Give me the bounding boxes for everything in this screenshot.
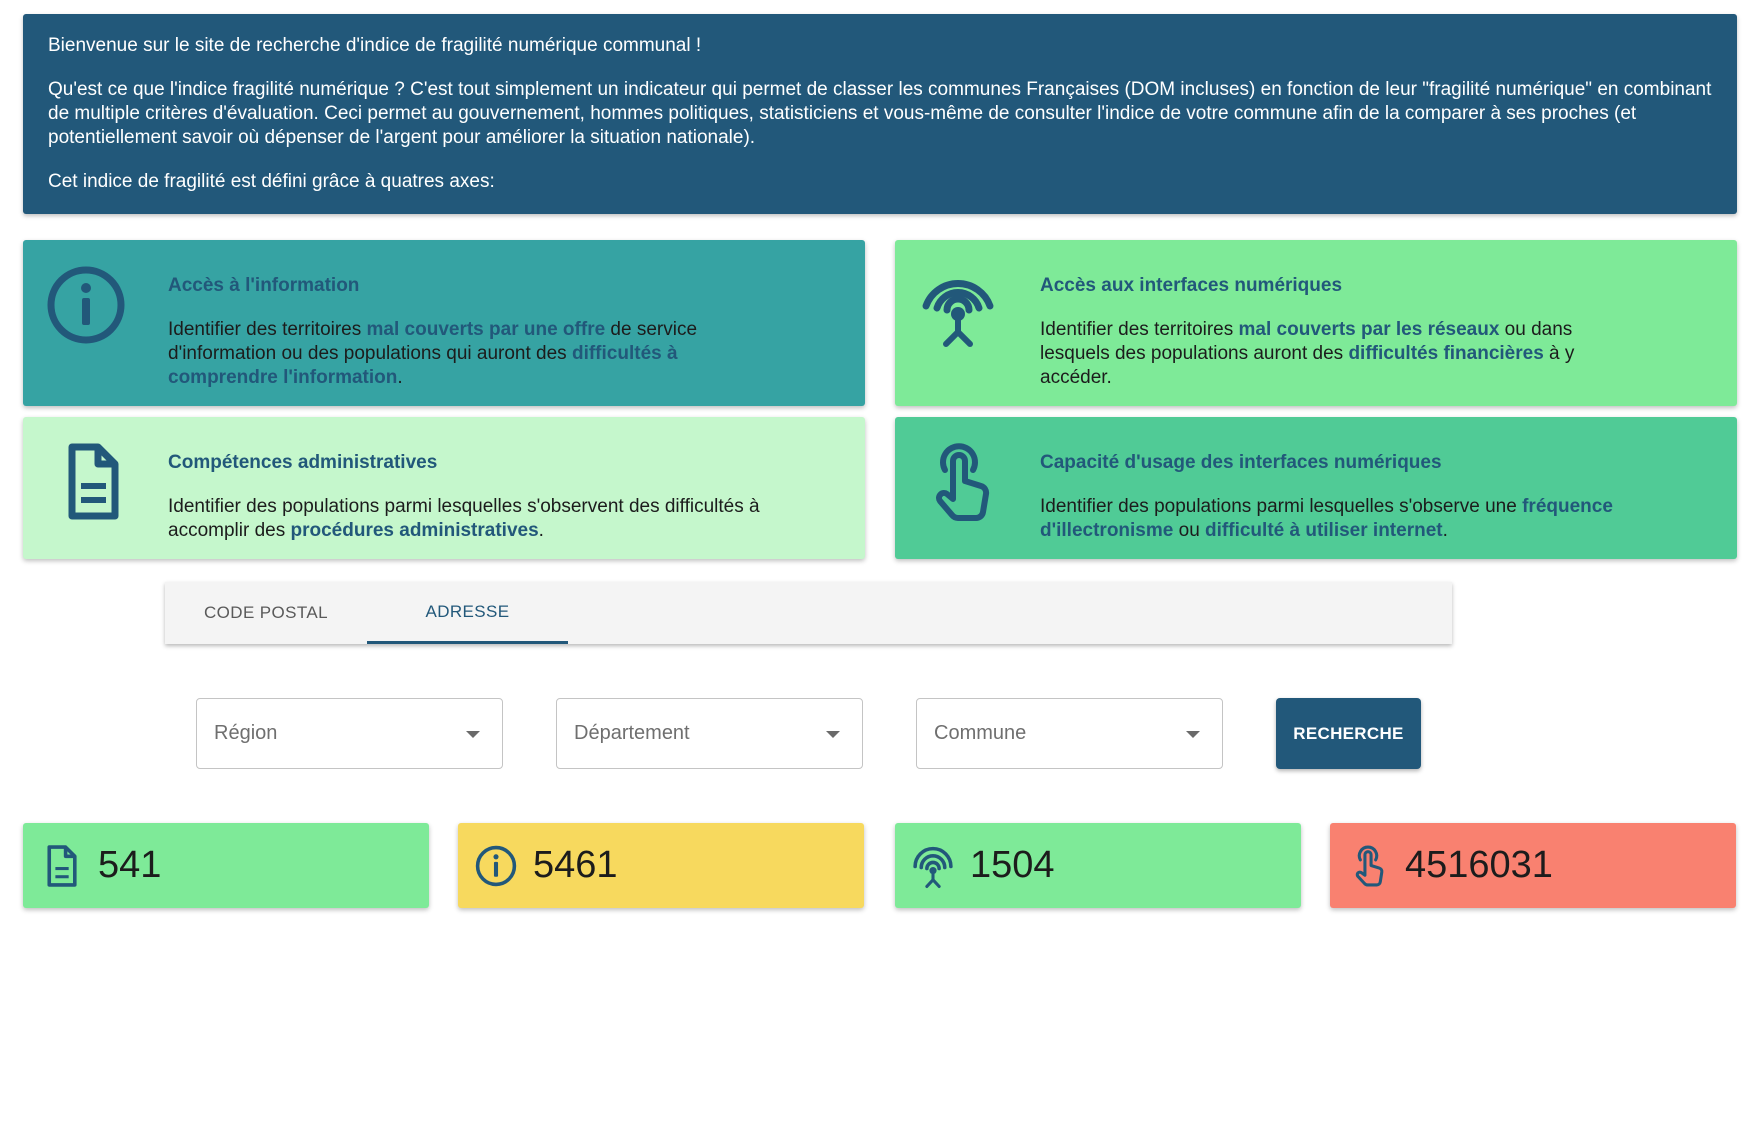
card-usage-capacity: Capacité d'usage des interfaces numériqu…	[895, 417, 1737, 559]
antenna-icon	[922, 279, 994, 347]
card-description: Identifier des territoires mal couverts …	[1040, 319, 1575, 388]
stat-value: 5461	[533, 844, 618, 886]
card-title: Accès à l'information	[168, 275, 360, 296]
commune-select-label: Commune	[934, 722, 1027, 744]
region-select[interactable]: Région	[196, 698, 503, 769]
card-description: Identifier des territoires mal couverts …	[168, 319, 698, 388]
document-icon	[68, 443, 119, 520]
document-icon	[47, 844, 77, 887]
chevron-down-icon	[826, 731, 840, 738]
card-admin-skills: Compétences administratives Identifier d…	[23, 417, 865, 559]
region-select-label: Région	[214, 722, 278, 744]
search-mode-tabs: Code postal Adresse	[165, 582, 1452, 644]
stat-value: 541	[98, 844, 162, 886]
stat-value: 4516031	[1405, 844, 1553, 886]
chevron-down-icon	[1186, 731, 1200, 738]
chevron-down-icon	[466, 731, 480, 738]
card-network-access: Accès aux interfaces numériques Identifi…	[895, 240, 1737, 406]
tab-adresse[interactable]: Adresse	[367, 582, 568, 644]
card-info-access: Accès à l'information Identifier des ter…	[23, 240, 865, 406]
stat-network-access: 1504	[895, 823, 1301, 908]
stat-value: 1504	[970, 844, 1055, 886]
departement-select-label: Département	[574, 722, 690, 744]
departement-select[interactable]: Département	[556, 698, 863, 769]
card-description: Identifier des populations parmi lesquel…	[1040, 496, 1613, 541]
intro-banner: Bienvenue sur le site de recherche d'ind…	[23, 14, 1737, 214]
stat-admin-skills: 541	[23, 823, 429, 908]
stat-info-access: 5461	[458, 823, 864, 908]
commune-select[interactable]: Commune	[916, 698, 1223, 769]
touch-icon	[936, 443, 990, 521]
search-button[interactable]: Recherche	[1276, 698, 1421, 769]
info-icon	[47, 266, 125, 344]
axes-intro-text: Cet indice de fragilité est défini grâce…	[48, 171, 495, 192]
tab-code-postal[interactable]: Code postal	[165, 582, 367, 644]
info-icon	[475, 845, 517, 886]
stat-usage-capacity: 4516031	[1330, 823, 1736, 908]
card-title: Capacité d'usage des interfaces numériqu…	[1040, 452, 1442, 473]
antenna-icon	[913, 846, 953, 888]
card-description: Identifier des populations parmi lesquel…	[168, 496, 760, 541]
welcome-text: Bienvenue sur le site de recherche d'ind…	[48, 35, 702, 56]
touch-icon	[1355, 845, 1384, 886]
card-title: Compétences administratives	[168, 452, 438, 473]
card-title: Accès aux interfaces numériques	[1040, 275, 1343, 296]
description-text: Qu'est ce que l'indice fragilité numériq…	[48, 79, 1712, 148]
